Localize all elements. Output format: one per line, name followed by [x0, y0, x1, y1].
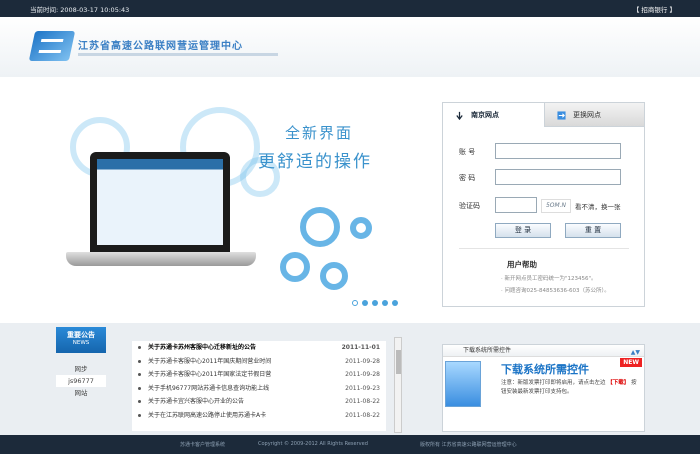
header: 江苏省高速公路联网营运管理中心 — [0, 17, 700, 77]
carousel-dot[interactable] — [362, 300, 368, 306]
notice-tab-title: 重要公告 — [67, 331, 95, 339]
news-date: 2011-11-01 — [341, 344, 380, 351]
download-package-icon — [445, 361, 481, 407]
news-title: 关于苏通卡客服中心2011年国庆期间营业时间 — [148, 357, 272, 365]
news-row[interactable]: 关于苏通卡客服中心2011年国家法定节假日营 2011-09-28 — [132, 368, 386, 382]
system-subtitle-bar — [78, 53, 278, 56]
swirl-decoration — [280, 252, 310, 282]
swirl-decoration — [300, 207, 340, 247]
footer: 苏通卡客户管理系统 Copyright © 2009-2012 All Righ… — [0, 435, 700, 454]
carousel-dot[interactable] — [382, 300, 388, 306]
captcha-input[interactable] — [495, 197, 537, 213]
arrow-down-icon — [456, 111, 463, 120]
download-header-text: 下载系统所需控件 — [463, 347, 512, 354]
top-bar: 当前时间: 2008-03-17 10:05:43 【 招商银行 】 — [0, 0, 700, 17]
login-panel: 南京网点 更换网点 账 号 密 码 验证码 5OM.N 看不清，换一张 登 录 … — [442, 102, 645, 307]
branch-tabs: 南京网点 更换网点 — [443, 103, 644, 127]
panel-scroll-arrows-icon[interactable]: ▲▼ — [631, 347, 640, 358]
carousel-dot[interactable] — [352, 300, 358, 306]
download-link[interactable]: 【下载】 — [607, 380, 629, 386]
news-date: 2011-09-28 — [345, 357, 380, 365]
slogan-line2: 更舒适的操作 — [258, 152, 372, 172]
laptop-screen-illustration — [90, 152, 230, 252]
news-date: 2011-09-23 — [345, 384, 380, 392]
tab-change-branch-label: 更换网点 — [573, 111, 601, 119]
system-title: 江苏省高速公路联网营运管理中心 — [78, 41, 243, 52]
help-item: · 新开网点员工密码统一为"123456"。 — [501, 276, 597, 282]
news-date: 2011-08-22 — [345, 411, 380, 419]
bottom-section: 重要公告 NEWS 网步 js96777 网站 关于苏通卡苏州客服中心迁移新址的… — [0, 323, 700, 435]
carousel-dot[interactable] — [372, 300, 378, 306]
download-panel-header: 下载系统所需控件 ▲▼ — [443, 345, 644, 357]
download-panel: 下载系统所需控件 ▲▼ NEW 下载系统所需控件 注意：新版发票打印即将启用，请… — [442, 344, 645, 432]
news-list: 关于苏通卡苏州客服中心迁移新址的公告 2011-11-01 关于苏通卡客服中心20… — [132, 341, 386, 431]
news-row[interactable]: 关于苏通卡客服中心2011年国庆期间营业时间 2011-09-28 — [132, 355, 386, 369]
bank-link[interactable]: 【 招商银行 】 — [633, 4, 676, 14]
help-item: · 问题咨询025-84853636-603（苏公所）。 — [501, 288, 610, 294]
news-date: 2011-09-28 — [345, 371, 380, 378]
news-title: 关于苏通卡宜兴客服中心开业的公告 — [148, 398, 245, 405]
captcha-label: 验证码 — [459, 202, 480, 210]
reset-button[interactable]: 重 置 — [565, 223, 621, 238]
laptop-base-illustration — [66, 252, 256, 266]
scrollbar-thumb[interactable] — [396, 350, 401, 374]
login-button[interactable]: 登 录 — [495, 223, 551, 238]
notice-tab[interactable]: 重要公告 NEWS — [56, 327, 106, 353]
help-title: 用户帮助 — [507, 260, 537, 269]
download-description: 注意：新版发票打印即将启用，请点击左边 【下载】 按钮安装最新发票打印支持包。 — [501, 379, 639, 397]
tab-change-branch[interactable]: 更换网点 — [545, 103, 644, 127]
news-row[interactable]: 关于手机96777网站苏通卡信息查询功能上线 2011-09-23 — [132, 382, 386, 396]
captcha-image[interactable]: 5OM.N — [541, 199, 571, 213]
news-title: 关于在江苏联网高速公路停止使用苏通卡A卡 — [148, 411, 267, 419]
download-desc-text: 注意：新版发票打印即将启用，请点击左边 — [501, 380, 606, 386]
account-input[interactable] — [495, 143, 621, 159]
logo — [28, 31, 76, 61]
current-time: 当前时间: 2008-03-17 10:05:43 — [30, 6, 130, 14]
news-title: 关于手机96777网站苏通卡信息查询功能上线 — [148, 384, 270, 392]
swirl-decoration — [350, 217, 372, 239]
news-row[interactable]: 关于苏通卡宜兴客服中心开业的公告 2011-08-22 — [132, 395, 386, 409]
tab-current-branch[interactable]: 南京网点 — [443, 103, 545, 127]
swirl-decoration — [320, 262, 348, 290]
password-label: 密 码 — [459, 174, 476, 182]
password-input[interactable] — [495, 169, 621, 185]
switch-icon — [557, 111, 566, 120]
news-row[interactable]: 关于在江苏联网高速公路停止使用苏通卡A卡 2011-08-22 — [132, 409, 386, 423]
news-scrollbar[interactable] — [394, 337, 402, 433]
slogan-line1: 全新界面 — [285, 124, 354, 142]
side-item[interactable]: 网步 — [56, 363, 106, 375]
new-badge: NEW — [620, 358, 642, 367]
tab-current-branch-label: 南京网点 — [471, 111, 499, 119]
news-date: 2011-08-22 — [345, 398, 380, 405]
download-title[interactable]: 下载系统所需控件 — [501, 361, 589, 377]
carousel-dot[interactable] — [392, 300, 398, 306]
account-label: 账 号 — [459, 148, 476, 156]
notice-side-list: 网步 js96777 网站 — [56, 363, 106, 399]
footer-right: 版权所有 江苏省高速公路联网营运管理中心 — [420, 442, 517, 448]
side-item[interactable]: 网站 — [56, 387, 106, 399]
divider — [459, 248, 629, 249]
captcha-refresh-link[interactable]: 看不清，换一张 — [575, 201, 621, 211]
side-item[interactable]: js96777 — [56, 375, 106, 387]
footer-left: 苏通卡客户管理系统 — [180, 442, 226, 448]
notice-tab-subtitle: NEWS — [72, 340, 90, 346]
news-title: 关于苏通卡客服中心2011年国家法定节假日营 — [148, 371, 272, 378]
news-row[interactable]: 关于苏通卡苏州客服中心迁移新址的公告 2011-11-01 — [132, 341, 386, 355]
news-title: 关于苏通卡苏州客服中心迁移新址的公告 — [148, 344, 257, 351]
footer-copyright: Copyright © 2009-2012 All Rights Reserve… — [258, 441, 368, 447]
carousel-dots — [352, 300, 398, 306]
